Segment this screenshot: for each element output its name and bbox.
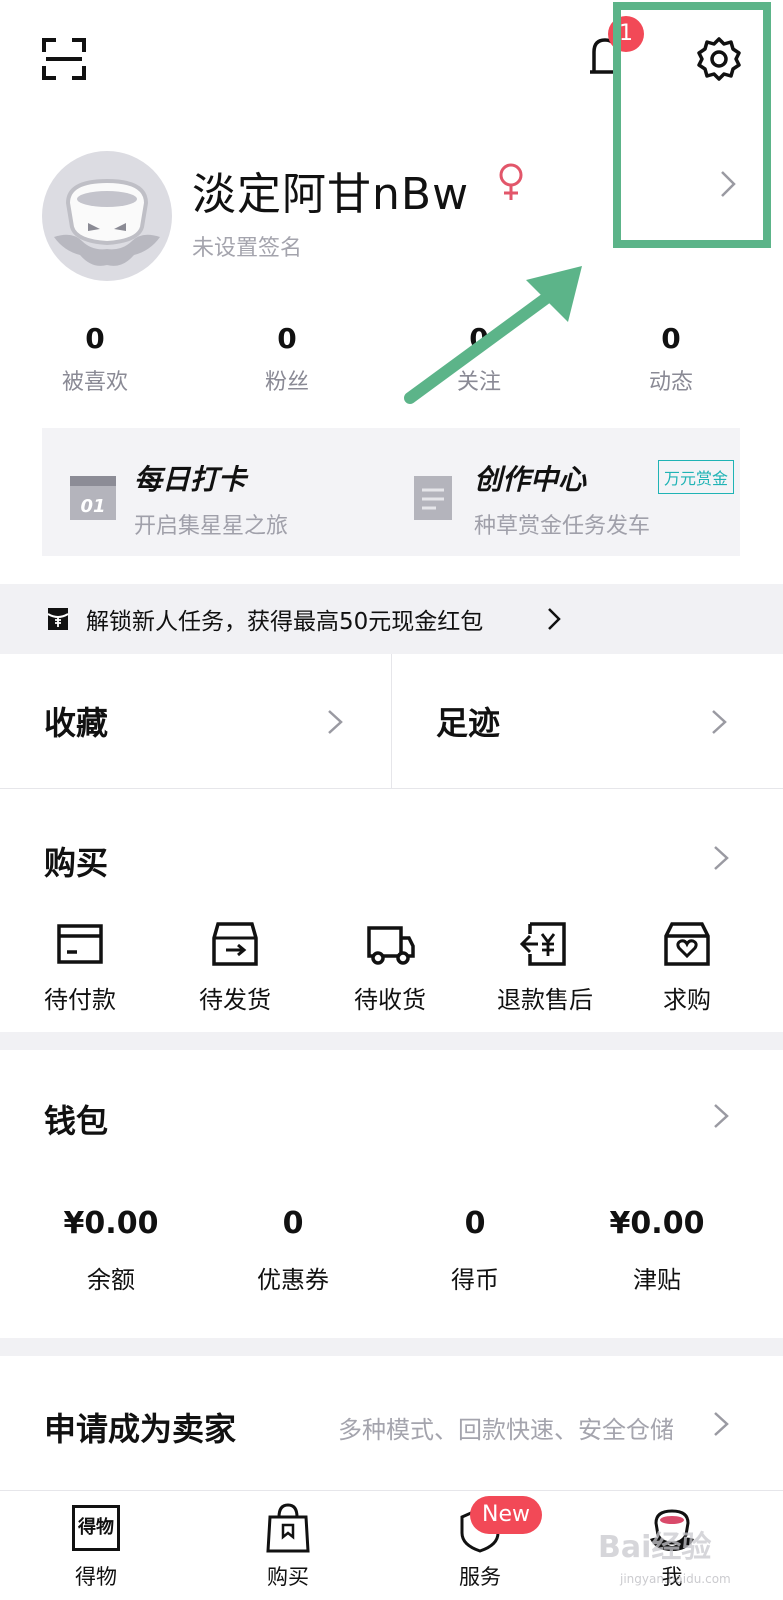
tab-label: 得物 bbox=[75, 1565, 117, 1589]
tab-purchase[interactable]: 购买 bbox=[208, 1491, 368, 1600]
stat-label: 粉丝 bbox=[264, 370, 309, 395]
avatar-mascot-icon bbox=[54, 178, 160, 266]
document-icon bbox=[414, 476, 452, 520]
order-label: 待发货 bbox=[199, 986, 271, 1014]
stat-label: 动态 bbox=[648, 370, 693, 395]
female-gender-icon bbox=[496, 162, 526, 202]
wallet-label: 优惠券 bbox=[257, 1266, 329, 1294]
tab-label: 购买 bbox=[267, 1565, 309, 1589]
wallet-label: 余额 bbox=[87, 1266, 135, 1294]
wallet-coupons[interactable]: 0 优惠券 bbox=[208, 1206, 378, 1295]
wallet-balance[interactable]: ¥0.00 余额 bbox=[26, 1206, 196, 1295]
daily-checkin-card[interactable]: 01 每日打卡 开启集星星之旅 bbox=[42, 428, 391, 556]
creator-subtitle: 种草赏金任务发车 bbox=[474, 514, 651, 539]
favorites-label: 收藏 bbox=[44, 704, 109, 742]
footprints-entry[interactable]: 足迹 bbox=[392, 654, 783, 788]
order-label: 待付款 bbox=[44, 986, 116, 1014]
banner-chevron-right-icon bbox=[548, 608, 561, 630]
order-pending-shipment[interactable]: 待发货 bbox=[160, 920, 310, 1015]
banner-text: 解锁新人任务，获得最高50元现金红包 bbox=[86, 609, 484, 635]
creator-center-card[interactable]: 创作中心 种草赏金任务发车 万元赏金 bbox=[382, 428, 735, 556]
avatar[interactable] bbox=[42, 151, 172, 281]
annotation-arrow-icon bbox=[404, 266, 582, 404]
wallet-chevron-right-icon[interactable] bbox=[712, 1102, 730, 1130]
tab-label: 服务 bbox=[459, 1565, 501, 1589]
wallet-value: 0 bbox=[464, 1206, 486, 1241]
bounty-tag: 万元赏金 bbox=[658, 460, 735, 494]
stat-likes[interactable]: 0 被喜欢 bbox=[35, 322, 155, 396]
wallet-value: 0 bbox=[282, 1206, 304, 1241]
stat-value: 0 bbox=[85, 322, 105, 355]
order-label: 退款售后 bbox=[497, 986, 593, 1014]
signature: 未设置签名 bbox=[192, 236, 303, 261]
stat-fans[interactable]: 0 粉丝 bbox=[227, 322, 347, 396]
wish-bag-icon bbox=[664, 922, 710, 966]
section-gap bbox=[0, 1338, 783, 1356]
shopping-bag-icon bbox=[266, 1503, 310, 1553]
dewu-logo-icon: 得物 bbox=[72, 1505, 120, 1551]
order-pending-payment[interactable]: 待付款 bbox=[5, 920, 155, 1015]
stat-value: 0 bbox=[661, 322, 681, 355]
card-icon bbox=[57, 924, 103, 964]
creator-title: 创作中心 bbox=[474, 463, 587, 496]
purchase-title: 购买 bbox=[44, 844, 109, 882]
checkin-subtitle: 开启集星星之旅 bbox=[134, 514, 289, 539]
watermark-logo: Bai经验 bbox=[598, 1530, 712, 1565]
newbie-task-banner[interactable]: 解锁新人任务，获得最高50元现金红包 bbox=[0, 584, 783, 654]
tab-dewu[interactable]: 得物 得物 bbox=[16, 1491, 176, 1600]
chevron-right-icon bbox=[328, 710, 343, 734]
purchase-chevron-right-icon[interactable] bbox=[712, 844, 730, 872]
section-gap bbox=[0, 1032, 783, 1050]
seller-title[interactable]: 申请成为卖家 bbox=[44, 1404, 236, 1450]
wallet-label: 得币 bbox=[451, 1266, 499, 1294]
favorites-entry[interactable]: 收藏 bbox=[0, 654, 391, 788]
truck-icon bbox=[367, 926, 415, 965]
feature-cards: 01 每日打卡 开启集星星之旅 创作中心 种草赏金任务发车 万元赏金 bbox=[42, 428, 740, 556]
highlight-box bbox=[613, 2, 771, 248]
divider bbox=[0, 788, 783, 789]
checkin-title: 每日打卡 bbox=[134, 463, 247, 496]
calendar-icon: 01 bbox=[70, 476, 116, 520]
username: 淡定阿甘nBw bbox=[192, 169, 470, 220]
wallet-title: 钱包 bbox=[44, 1102, 109, 1140]
wallet-value: ¥0.00 bbox=[63, 1206, 159, 1241]
stat-value: 0 bbox=[277, 322, 297, 355]
wallet-coins[interactable]: 0 得币 bbox=[390, 1206, 560, 1295]
order-wish[interactable]: 求购 bbox=[612, 920, 762, 1015]
order-label: 求购 bbox=[663, 986, 711, 1014]
wallet-label: 津贴 bbox=[633, 1266, 681, 1294]
seller-description: 多种模式、回款快速、安全仓储 bbox=[338, 1416, 674, 1444]
calendar-icon-text: 01 bbox=[80, 496, 105, 517]
new-badge: New bbox=[470, 1496, 542, 1534]
order-label: 待收货 bbox=[354, 986, 426, 1014]
refund-icon bbox=[520, 922, 566, 966]
red-packet-icon bbox=[47, 608, 69, 630]
box-icon bbox=[212, 922, 258, 966]
watermark-url: jingyan.baidu.com bbox=[620, 1572, 731, 1586]
chevron-right-icon bbox=[712, 710, 727, 734]
wallet-value: ¥0.00 bbox=[609, 1206, 705, 1241]
stat-posts[interactable]: 0 动态 bbox=[611, 322, 731, 396]
footprints-label: 足迹 bbox=[436, 704, 501, 742]
scan-icon[interactable] bbox=[42, 38, 86, 80]
order-pending-receipt[interactable]: 待收货 bbox=[315, 920, 465, 1015]
wallet-allowance[interactable]: ¥0.00 津贴 bbox=[572, 1206, 742, 1295]
seller-chevron-right-icon[interactable] bbox=[712, 1410, 730, 1438]
order-refund[interactable]: 退款售后 bbox=[470, 920, 620, 1015]
stat-label: 被喜欢 bbox=[61, 370, 128, 395]
